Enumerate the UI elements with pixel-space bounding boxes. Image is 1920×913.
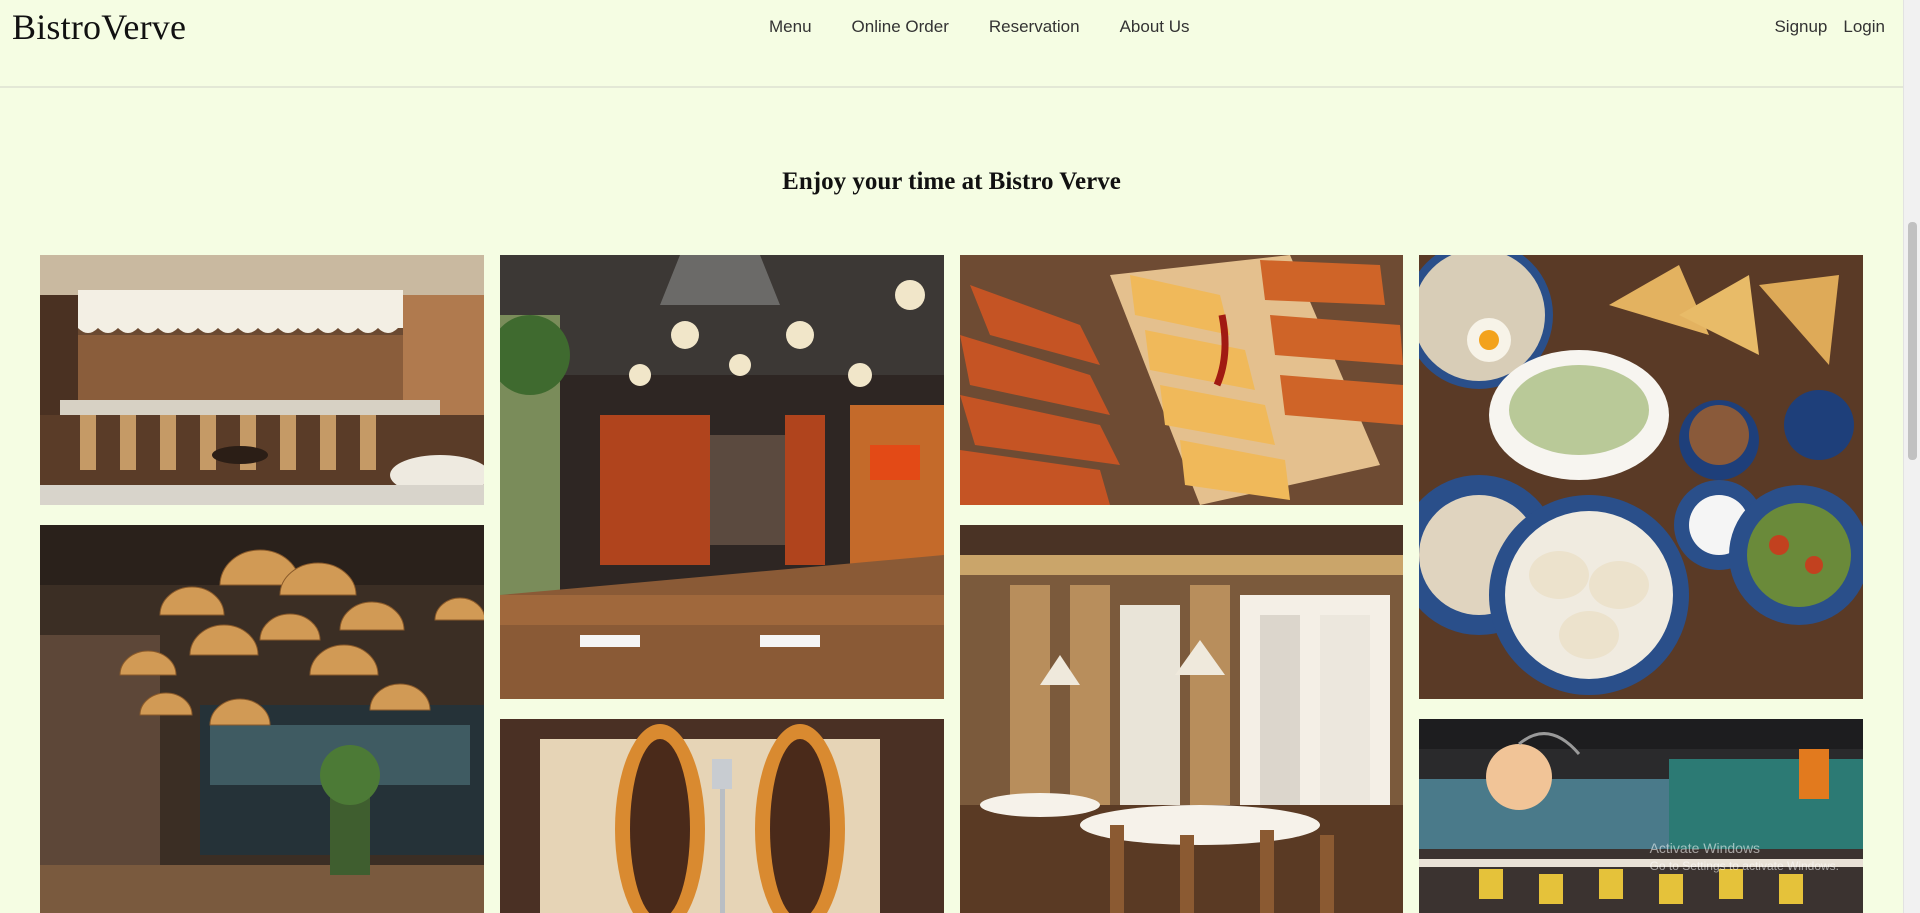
signup-link[interactable]: Signup — [1774, 17, 1827, 37]
nav-about-us[interactable]: About Us — [1120, 17, 1190, 37]
photo-pide-closeup[interactable] — [500, 719, 944, 913]
pide-closeup-image — [500, 719, 944, 913]
brand-logo[interactable]: BistroVerve — [12, 6, 186, 48]
basket-lamps-image — [40, 525, 484, 913]
photo-classic-dining[interactable] — [960, 525, 1403, 913]
photo-central-asian-spread[interactable] — [1419, 255, 1863, 699]
photo-dining-hall[interactable] — [500, 255, 944, 699]
photo-pide-platter[interactable] — [960, 255, 1403, 505]
scrollbar-thumb[interactable] — [1908, 222, 1917, 460]
photo-bar-interior[interactable] — [40, 255, 484, 505]
dining-hall-image — [500, 255, 944, 699]
page-scrollbar[interactable] — [1903, 0, 1920, 913]
bar-interior-image — [40, 255, 484, 505]
photo-terrace-dining[interactable]: Activate Windows Go to Settings to activ… — [1419, 719, 1863, 913]
site-header: BistroVerve Menu Online Order Reservatio… — [0, 0, 1903, 88]
main-nav: Menu Online Order Reservation About Us — [769, 17, 1190, 37]
activate-windows-watermark: Activate Windows Go to Settings to activ… — [1650, 839, 1839, 875]
login-link[interactable]: Login — [1843, 17, 1885, 37]
page-heading: Enjoy your time at Bistro Verve — [782, 168, 1121, 195]
auth-links: Signup Login — [1774, 17, 1885, 37]
terrace-dining-image — [1419, 719, 1863, 913]
watermark-line2: Go to Settings to activate Windows. — [1649, 859, 1839, 873]
photo-basket-lamps[interactable] — [40, 525, 484, 913]
nav-online-order[interactable]: Online Order — [852, 17, 949, 37]
watermark-line1: Activate Windows — [1649, 840, 1761, 856]
central-asian-spread-image — [1419, 255, 1863, 699]
classic-dining-image — [960, 525, 1403, 913]
nav-reservation[interactable]: Reservation — [989, 17, 1080, 37]
pide-platter-image — [960, 255, 1403, 505]
nav-menu[interactable]: Menu — [769, 17, 812, 37]
